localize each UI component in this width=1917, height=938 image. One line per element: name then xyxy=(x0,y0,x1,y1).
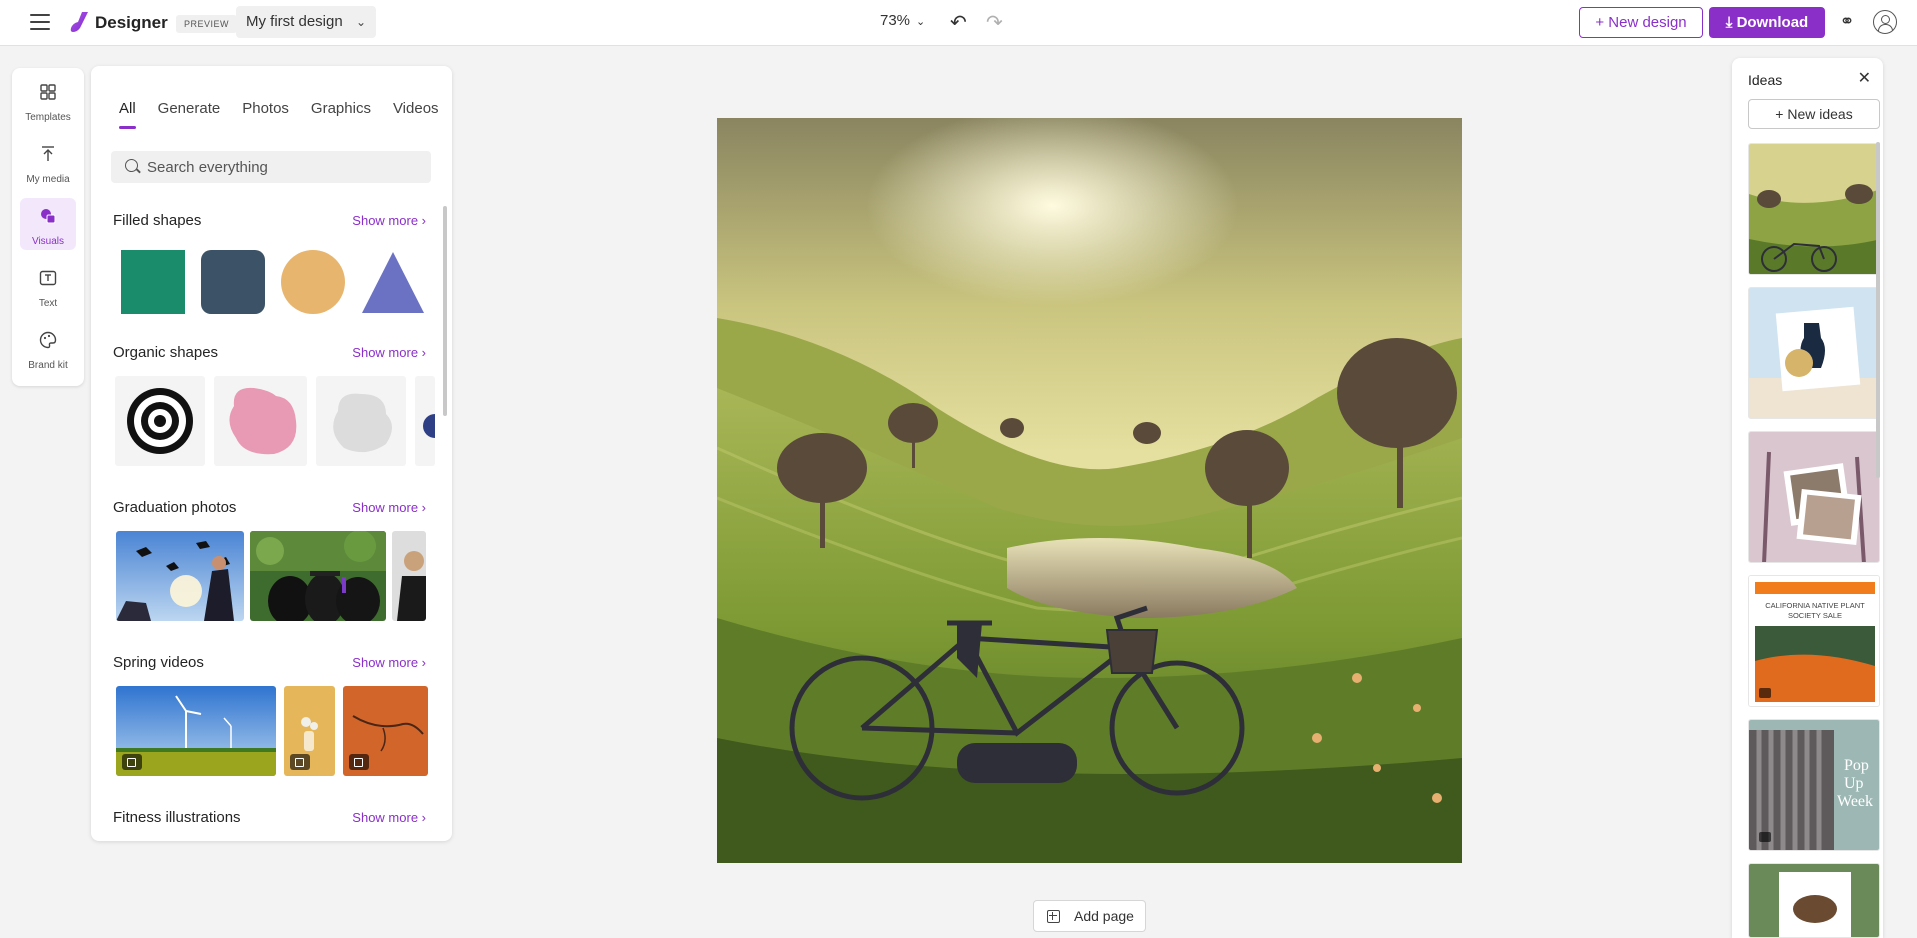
rail-label: Templates xyxy=(25,112,71,123)
idea-card-landscape[interactable] xyxy=(1748,143,1880,275)
undo-icon[interactable]: ↶ xyxy=(950,10,967,35)
show-more-link[interactable]: Show more › xyxy=(352,500,426,515)
show-more-link[interactable]: Show more › xyxy=(352,213,426,228)
chevron-down-icon: ⌄ xyxy=(916,16,926,28)
idea-card-lavender-photos[interactable] xyxy=(1748,431,1880,563)
svg-text:CALIFORNIA NATIVE PLANT: CALIFORNIA NATIVE PLANT xyxy=(1765,601,1865,610)
video-icon xyxy=(290,754,310,770)
rail-label: Visuals xyxy=(31,236,65,247)
section-title-graduation-photos: Graduation photos xyxy=(113,499,237,516)
rail-label: Brand kit xyxy=(28,360,68,371)
panel-tabs: All Generate Photos Graphics Videos xyxy=(119,100,452,129)
section-title-organic-shapes: Organic shapes xyxy=(113,344,219,361)
tab-all[interactable]: All xyxy=(119,100,136,129)
download-icon: ⤓ xyxy=(1725,14,1737,31)
share-icon[interactable]: ⚭ xyxy=(1836,11,1858,33)
organic-shape-rings[interactable] xyxy=(115,376,205,466)
add-page-icon xyxy=(1047,910,1060,923)
new-design-button[interactable]: + New design xyxy=(1579,7,1703,38)
panel-scrollbar[interactable] xyxy=(443,206,447,416)
download-label: Download xyxy=(1736,14,1809,31)
section-title-filled-shapes: Filled shapes xyxy=(113,212,202,229)
show-more-link[interactable]: Show more › xyxy=(352,655,426,670)
new-ideas-label: New ideas xyxy=(1787,106,1853,122)
rail-item-my-media[interactable]: My media xyxy=(20,136,76,188)
organic-shape-partial[interactable] xyxy=(415,376,447,466)
video-icon xyxy=(122,754,142,770)
tab-videos[interactable]: Videos xyxy=(393,100,439,129)
account-icon[interactable] xyxy=(1873,10,1897,34)
design-name-label: My first design xyxy=(246,13,343,30)
spring-video-flower-vase[interactable] xyxy=(284,686,335,776)
templates-icon xyxy=(38,83,58,103)
add-page-label: Add page xyxy=(1074,908,1134,924)
visuals-icon xyxy=(38,207,58,227)
preview-badge: PREVIEW xyxy=(176,15,238,33)
rail-item-brand-kit[interactable]: Brand kit xyxy=(20,322,76,374)
design-name-dropdown[interactable]: My first design ⌄ xyxy=(236,6,376,38)
left-rail: Templates My media Visuals Text Brand ki… xyxy=(12,68,84,386)
graduation-photo-crowd[interactable] xyxy=(250,531,386,621)
spring-video-orange-branch[interactable] xyxy=(343,686,428,776)
designer-logo-icon xyxy=(70,12,88,32)
spring-video-windmills[interactable] xyxy=(116,686,276,776)
plus-icon: + xyxy=(1595,14,1609,31)
plus-icon: + xyxy=(1775,106,1788,122)
section-title-fitness-illustrations: Fitness illustrations xyxy=(113,809,241,826)
svg-text:Up: Up xyxy=(1844,775,1864,792)
search-bar[interactable] xyxy=(111,151,431,183)
square-shape[interactable] xyxy=(121,250,185,314)
tab-photos[interactable]: Photos xyxy=(242,100,289,129)
idea-card-coffee[interactable] xyxy=(1748,863,1880,938)
landscape-image xyxy=(717,118,1462,863)
design-canvas[interactable] xyxy=(717,118,1462,863)
search-input[interactable] xyxy=(147,151,417,183)
text-icon xyxy=(38,269,58,289)
redo-icon[interactable]: ↷ xyxy=(986,10,1003,35)
rail-label: Text xyxy=(38,298,58,309)
ideas-title: Ideas xyxy=(1748,72,1783,88)
visuals-panel: All Generate Photos Graphics Videos Fill… xyxy=(91,66,452,841)
chevron-down-icon: ⌄ xyxy=(355,15,366,29)
close-icon[interactable]: ✕ xyxy=(1858,68,1871,88)
zoom-value: 73% xyxy=(880,12,911,29)
ideas-panel: Ideas ✕ + New ideas CALIFORNIA NATIVE PL… xyxy=(1732,58,1883,938)
organic-shape-pink-blob[interactable] xyxy=(214,376,307,466)
search-icon xyxy=(125,159,138,172)
menu-icon[interactable] xyxy=(30,14,50,30)
app-name: Designer xyxy=(95,13,168,32)
svg-text:Pop: Pop xyxy=(1844,757,1869,774)
rail-item-text[interactable]: Text xyxy=(20,260,76,312)
svg-text:SOCIETY SALE: SOCIETY SALE xyxy=(1788,611,1842,620)
show-more-link[interactable]: Show more › xyxy=(352,345,426,360)
graduation-photo-partial[interactable] xyxy=(392,531,426,621)
add-page-button[interactable]: Add page xyxy=(1033,900,1146,932)
ideas-scrollbar[interactable] xyxy=(1876,142,1880,478)
organic-shape-gray-blob[interactable] xyxy=(316,376,406,466)
rail-label: My media xyxy=(26,174,70,185)
top-bar: Designer PREVIEW My first design ⌄ 73% ⌄ … xyxy=(0,0,1917,46)
rail-item-templates[interactable]: Templates xyxy=(20,74,76,126)
rounded-square-shape[interactable] xyxy=(201,250,265,314)
zoom-dropdown[interactable]: 73% ⌄ xyxy=(880,12,925,29)
download-button[interactable]: ⤓ Download xyxy=(1709,7,1825,38)
triangle-shape[interactable] xyxy=(361,250,425,314)
rail-item-visuals[interactable]: Visuals xyxy=(20,198,76,250)
video-icon xyxy=(349,754,369,770)
new-design-label: New design xyxy=(1608,14,1687,31)
tab-generate[interactable]: Generate xyxy=(158,100,221,129)
tab-graphics[interactable]: Graphics xyxy=(311,100,371,129)
upload-icon xyxy=(38,145,58,165)
graduation-photo-caps[interactable] xyxy=(116,531,244,621)
new-ideas-button[interactable]: + New ideas xyxy=(1748,99,1880,129)
idea-card-swimwear[interactable] xyxy=(1748,287,1880,419)
idea-card-pop-up-week[interactable]: Pop Up Week xyxy=(1748,719,1880,851)
show-more-link[interactable]: Show more › xyxy=(352,810,426,825)
idea-card-plant-sale[interactable]: CALIFORNIA NATIVE PLANT SOCIETY SALE xyxy=(1748,575,1880,707)
circle-shape[interactable] xyxy=(281,250,345,314)
svg-text:Week: Week xyxy=(1837,793,1873,810)
section-title-spring-videos: Spring videos xyxy=(113,654,204,671)
brand-kit-icon xyxy=(38,331,58,351)
